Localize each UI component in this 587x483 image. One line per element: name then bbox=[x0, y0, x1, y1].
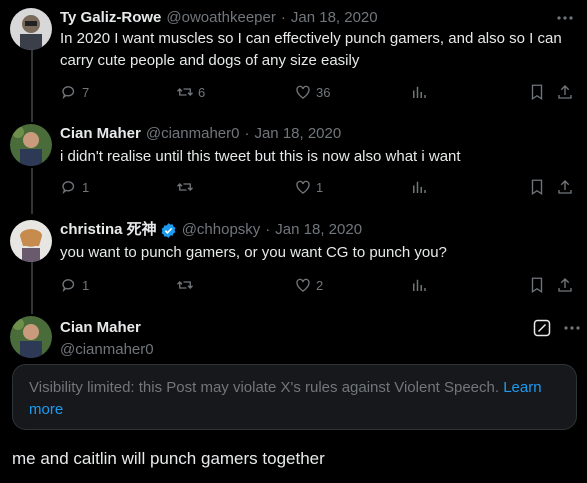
tweet-text: me and caitlin will punch gamers togethe… bbox=[12, 449, 325, 468]
author-name[interactable]: christina 死神 bbox=[60, 220, 157, 240]
retweet-button[interactable] bbox=[176, 276, 198, 294]
reply-icon bbox=[62, 181, 75, 195]
share-button[interactable] bbox=[556, 83, 574, 101]
like-count: 36 bbox=[316, 84, 331, 100]
author-name[interactable]: Cian Maher bbox=[60, 124, 141, 144]
tweet[interactable]: Cian Maher @cianmaher0 · Jan 18, 2020 i … bbox=[0, 124, 587, 204]
heart-icon bbox=[296, 85, 310, 99]
avatar[interactable] bbox=[10, 220, 52, 262]
tweet-header: Cian Maher @cianmaher0 · Jan 18, 2020 bbox=[60, 124, 341, 144]
bookmark-icon bbox=[531, 84, 543, 101]
separator: · bbox=[280, 9, 286, 26]
share-icon bbox=[558, 180, 572, 194]
tweet-text: i didn't realise until this tweet but th… bbox=[60, 148, 461, 165]
tweet-text: In 2020 I want muscles so I can effectiv… bbox=[60, 30, 562, 69]
bookmark-button[interactable] bbox=[528, 83, 546, 101]
handle-row: @cianmaher0 bbox=[60, 340, 154, 360]
retweet-icon bbox=[177, 183, 193, 191]
retweet-icon bbox=[177, 88, 193, 96]
tweet-date[interactable]: Jan 18, 2020 bbox=[291, 8, 378, 28]
retweet-button[interactable]: 6 bbox=[176, 83, 205, 101]
author-handle[interactable]: @cianmaher0 bbox=[146, 124, 240, 144]
tweet[interactable]: christina 死神 @chhopsky · Jan 18, 2020 yo… bbox=[0, 220, 587, 300]
share-icon bbox=[558, 278, 572, 292]
tweet-header: Cian Maher bbox=[60, 318, 141, 338]
views-icon bbox=[413, 181, 426, 193]
reply-count: 1 bbox=[82, 277, 90, 293]
like-button[interactable]: 2 bbox=[294, 276, 323, 294]
reply-icon bbox=[62, 86, 75, 100]
like-count: 2 bbox=[316, 277, 324, 293]
author-handle[interactable]: @owoathkeeper bbox=[166, 8, 275, 28]
bookmark-icon bbox=[531, 179, 543, 196]
heart-icon bbox=[296, 278, 310, 292]
like-button[interactable]: 1 bbox=[294, 178, 323, 196]
tweet-text: you want to punch gamers, or you want CG… bbox=[60, 244, 447, 261]
bookmark-button[interactable] bbox=[528, 276, 546, 294]
share-button[interactable] bbox=[556, 276, 574, 294]
author-name[interactable]: Ty Galiz-Rowe bbox=[60, 8, 161, 28]
views-button[interactable] bbox=[410, 83, 428, 101]
tweet-date[interactable]: Jan 18, 2020 bbox=[275, 220, 362, 240]
author-handle[interactable]: @cianmaher0 bbox=[60, 340, 154, 360]
verified-icon bbox=[160, 222, 177, 239]
avatar[interactable] bbox=[10, 316, 52, 358]
more-icon[interactable] bbox=[555, 10, 575, 26]
bookmark-button[interactable] bbox=[528, 178, 546, 196]
tweet-date[interactable]: Jan 18, 2020 bbox=[254, 124, 341, 144]
separator: · bbox=[244, 125, 250, 142]
bookmark-icon bbox=[531, 277, 543, 294]
focal-tweet: Cian Maher @cianmaher0 bbox=[0, 316, 587, 358]
author-handle[interactable]: @chhopsky bbox=[182, 220, 261, 240]
reply-button[interactable]: 1 bbox=[60, 276, 89, 294]
share-icon bbox=[558, 85, 572, 99]
views-button[interactable] bbox=[410, 178, 428, 196]
tweet-header: Ty Galiz-Rowe @owoathkeeper · Jan 18, 20… bbox=[60, 8, 378, 28]
tweet-header: christina 死神 @chhopsky · Jan 18, 2020 bbox=[60, 220, 362, 240]
retweet-count: 6 bbox=[198, 84, 206, 100]
views-button[interactable] bbox=[410, 276, 428, 294]
grok-icon[interactable] bbox=[533, 319, 551, 342]
reply-icon bbox=[62, 279, 75, 293]
reply-button[interactable]: 7 bbox=[60, 83, 89, 101]
avatar[interactable] bbox=[10, 8, 52, 50]
separator: · bbox=[265, 221, 271, 238]
reply-count: 1 bbox=[82, 179, 90, 195]
tweet-actions: 7 6 36 bbox=[60, 83, 580, 103]
views-icon bbox=[413, 279, 426, 291]
retweet-button[interactable] bbox=[176, 178, 198, 196]
reply-button[interactable]: 1 bbox=[60, 178, 89, 196]
share-button[interactable] bbox=[556, 178, 574, 196]
like-count: 1 bbox=[316, 179, 324, 195]
retweet-icon bbox=[177, 281, 193, 289]
author-name[interactable]: Cian Maher bbox=[60, 318, 141, 338]
heart-icon bbox=[296, 180, 310, 194]
visibility-notice: Visibility limited: this Post may violat… bbox=[12, 364, 577, 430]
avatar[interactable] bbox=[10, 124, 52, 166]
like-button[interactable]: 36 bbox=[294, 83, 330, 101]
tweet-actions: 1 1 bbox=[60, 178, 580, 198]
views-icon bbox=[413, 86, 426, 98]
more-icon[interactable] bbox=[562, 320, 582, 341]
tweet-actions: 1 2 bbox=[60, 276, 580, 296]
tweet[interactable]: Ty Galiz-Rowe @owoathkeeper · Jan 18, 20… bbox=[0, 8, 587, 108]
reply-count: 7 bbox=[82, 84, 90, 100]
notice-text: Visibility limited: this Post may violat… bbox=[29, 379, 500, 396]
